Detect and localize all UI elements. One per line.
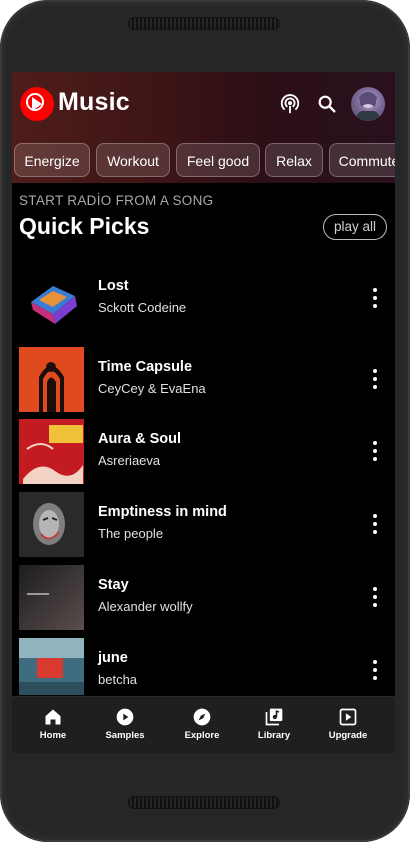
song-artist: Asreriaeva [98,453,161,468]
song-artist: Sckott Codeine [98,300,187,315]
song-artist: Alexander wollfy [98,599,193,614]
nav-upgrade[interactable]: Upgrade [312,697,384,753]
song-artist: The people [98,526,164,541]
mood-chips: Energize Workout Feel good Relax Commute [14,143,395,179]
more-options-icon[interactable] [367,367,383,391]
album-art [19,266,84,331]
chip-commute[interactable]: Commute [329,143,395,177]
app-screen: Music Energize Workout Feel good Relax C… [12,72,395,753]
search-icon[interactable] [316,93,338,115]
album-art [19,565,84,630]
song-artist: betcha [98,672,138,687]
nav-label: Home [39,730,67,741]
avatar[interactable] [351,87,385,121]
section-subtitle: START RADİO FROM A SONG [19,193,214,208]
app-header: Music Energize Workout Feel good Relax C… [12,72,395,183]
song-row[interactable]: Lost Sckott Codeine [12,262,395,334]
chip-feel-good[interactable]: Feel good [176,143,260,177]
nav-label: Upgrade [328,730,368,741]
more-options-icon[interactable] [367,512,383,536]
song-row[interactable]: Emptiness in mind The people [12,488,395,560]
nav-home[interactable]: Home [17,697,89,753]
song-title: Stay [98,577,129,593]
album-art [19,347,84,412]
song-title: Emptiness in mind [98,504,227,520]
album-art [19,419,84,484]
library-icon [265,708,283,726]
play-circle-icon [116,708,134,726]
song-title: Aura & Soul [98,431,181,447]
more-options-icon[interactable] [367,439,383,463]
chip-workout[interactable]: Workout [96,143,170,177]
nav-label: Explore [184,730,220,741]
nav-label: Library [257,730,291,741]
song-title: Time Capsule [98,359,193,375]
chip-relax[interactable]: Relax [265,143,323,177]
phone-frame: Music Energize Workout Feel good Relax C… [0,0,410,842]
song-artist: CeyCey & EvaEna [98,381,206,396]
quick-picks-list: Lost Sckott Codeine Time Capsule CeyCey … [12,262,395,695]
app-title: Music [58,88,130,116]
bottom-speaker-grille [128,796,280,809]
bottom-navigation: Home Samples Explore Library Upgrade [12,696,395,753]
nav-explore[interactable]: Explore [166,697,238,753]
album-art [19,492,84,557]
logo-play-triangle [32,97,42,111]
nav-samples[interactable]: Samples [89,697,161,753]
song-row[interactable]: Stay Alexander wollfy [12,561,395,633]
section-title: Quick Picks [19,213,150,239]
home-icon [45,709,61,725]
more-options-icon[interactable] [367,658,383,682]
more-options-icon[interactable] [367,286,383,310]
more-options-icon[interactable] [367,585,383,609]
top-speaker-grille [128,17,280,30]
song-row[interactable]: june betcha [12,634,395,695]
youtube-music-logo-icon [20,87,54,121]
album-art [19,638,84,695]
song-title: Lost [98,278,129,294]
cast-icon[interactable] [279,93,301,115]
nav-label: Samples [105,730,145,741]
song-title: june [98,650,128,666]
song-row[interactable]: Aura & Soul Asreriaeva [12,415,395,487]
nav-library[interactable]: Library [238,697,310,753]
play-all-button[interactable]: play all [323,214,387,240]
song-row[interactable]: Time Capsule CeyCey & EvaEna [12,343,395,415]
compass-icon [193,708,211,726]
upgrade-icon [339,708,357,726]
chip-energize[interactable]: Energize [14,143,90,177]
